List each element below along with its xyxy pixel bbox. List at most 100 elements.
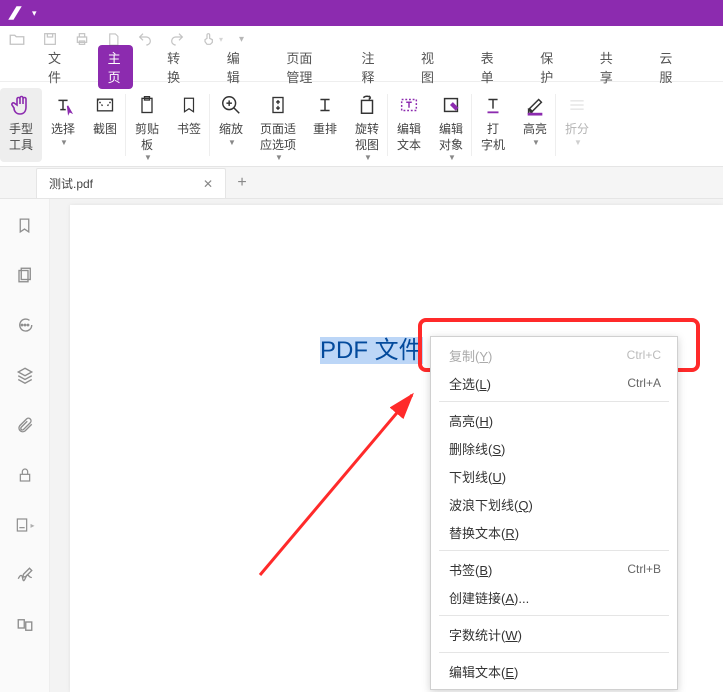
- ribbon-hand[interactable]: 手型 工具: [0, 88, 42, 162]
- document-tab[interactable]: 测试.pdf ✕: [36, 168, 226, 198]
- redo-icon[interactable]: [169, 31, 185, 47]
- ribbon-rotate[interactable]: 旋转 视图▼: [346, 88, 388, 162]
- dropdown-icon: ▼: [532, 138, 540, 147]
- ribbon-tab-bar: 文件主页转换编辑页面管理注释视图表单保护共享云服: [0, 52, 723, 82]
- title-bar: ▾: [0, 0, 723, 26]
- menu-tab-7[interactable]: 表单: [471, 45, 507, 89]
- dropdown-icon: ▼: [144, 153, 152, 162]
- bookmarks-panel-icon[interactable]: [13, 213, 37, 237]
- context-menu-item[interactable]: 替换文本(R): [431, 518, 677, 546]
- ribbon-edit-object[interactable]: 编辑 对象▼: [430, 88, 472, 162]
- context-menu-label: 编辑文本(E): [449, 662, 518, 681]
- ribbon-label: 高亮: [523, 122, 547, 138]
- ribbon-label: 打 字机: [481, 122, 505, 153]
- context-menu-item[interactable]: 创建链接(A)...: [431, 583, 677, 611]
- menu-tab-5[interactable]: 注释: [351, 45, 387, 89]
- dropdown-icon: ▼: [60, 138, 68, 147]
- close-tab-icon[interactable]: ✕: [203, 177, 213, 191]
- selected-text[interactable]: PDF 文件: [320, 330, 423, 365]
- ribbon-fitpage[interactable]: 页面适 应选项▼: [252, 88, 304, 162]
- edit-object-icon: [438, 92, 464, 118]
- comments-panel-icon[interactable]: [13, 313, 37, 337]
- context-menu-label: 书签(B): [449, 560, 492, 579]
- ribbon-label: 缩放: [219, 122, 243, 138]
- context-menu-shortcut: Ctrl+C: [627, 348, 661, 362]
- form-panel-icon[interactable]: ▸: [13, 513, 37, 537]
- context-menu-label: 删除线(S): [449, 439, 505, 458]
- ribbon-highlight[interactable]: 高亮▼: [514, 88, 556, 162]
- context-menu-item[interactable]: 下划线(U): [431, 462, 677, 490]
- menu-tab-9[interactable]: 共享: [590, 45, 626, 89]
- context-menu-item[interactable]: 书签(B)Ctrl+B: [431, 555, 677, 583]
- ribbon-edit-text[interactable]: 编辑 文本: [388, 88, 430, 162]
- ribbon-typewriter[interactable]: 打 字机: [472, 88, 514, 162]
- context-menu-item[interactable]: 全选(L)Ctrl+A: [431, 369, 677, 397]
- context-menu-separator: [439, 615, 669, 616]
- context-menu-label: 复制(Y): [449, 346, 492, 365]
- menu-tab-10[interactable]: 云服: [649, 45, 685, 89]
- menu-tab-4[interactable]: 页面管理: [276, 45, 327, 89]
- context-menu-separator: [439, 401, 669, 402]
- dropdown-icon: ▼: [448, 153, 456, 162]
- ribbon-label: 截图: [93, 122, 117, 138]
- context-menu-item[interactable]: 波浪下划线(Q): [431, 490, 677, 518]
- edit-text-icon: [396, 92, 422, 118]
- context-menu-label: 替换文本(R): [449, 523, 519, 542]
- context-menu-label: 字数统计(W): [449, 625, 522, 644]
- rotate-icon: [354, 92, 380, 118]
- ribbon-screenshot[interactable]: 截图: [84, 88, 126, 162]
- context-menu-item[interactable]: 字数统计(W): [431, 620, 677, 648]
- reflow-icon: [312, 92, 338, 118]
- context-menu-label: 波浪下划线(Q): [449, 495, 533, 514]
- hand-icon: [8, 92, 34, 118]
- context-menu-item[interactable]: 高亮(H): [431, 406, 677, 434]
- save-icon[interactable]: [42, 31, 58, 47]
- context-menu-separator: [439, 652, 669, 653]
- ribbon-label: 旋转 视图: [355, 122, 379, 153]
- ribbon-text-select[interactable]: 选择▼: [42, 88, 84, 162]
- menu-tab-0[interactable]: 文件: [38, 45, 74, 89]
- compare-panel-icon[interactable]: [13, 613, 37, 637]
- ribbon-reflow[interactable]: 重排: [304, 88, 346, 162]
- context-menu-item[interactable]: 编辑文本(E): [431, 657, 677, 685]
- security-panel-icon[interactable]: [13, 463, 37, 487]
- context-menu-item: 复制(Y) Ctrl+C: [431, 341, 677, 369]
- clipboard-icon: [134, 92, 160, 118]
- attachments-panel-icon[interactable]: [13, 413, 37, 437]
- highlight-icon: [522, 92, 548, 118]
- print-icon[interactable]: [74, 31, 90, 47]
- context-menu-shortcut: Ctrl+A: [627, 376, 661, 390]
- ribbon-zoom[interactable]: 缩放▼: [210, 88, 252, 162]
- layers-panel-icon[interactable]: [13, 363, 37, 387]
- open-icon[interactable]: [8, 30, 26, 48]
- context-menu-label: 高亮(H): [449, 411, 493, 430]
- dropdown-icon: ▼: [228, 138, 236, 147]
- pages-panel-icon[interactable]: [13, 263, 37, 287]
- context-menu: 复制(Y) Ctrl+C 全选(L)Ctrl+A 高亮(H) 删除线(S) 下划线(U) 波…: [430, 336, 678, 690]
- screenshot-icon: [92, 92, 118, 118]
- ribbon-label: 手型 工具: [9, 122, 33, 153]
- bookmark-icon: [176, 92, 202, 118]
- signatures-panel-icon[interactable]: [13, 563, 37, 587]
- menu-tab-6[interactable]: 视图: [411, 45, 447, 89]
- text-select-icon: [50, 92, 76, 118]
- qat-customize-icon[interactable]: ▾: [239, 34, 244, 45]
- context-menu-item[interactable]: 删除线(S): [431, 434, 677, 462]
- add-tab-button[interactable]: +: [226, 168, 258, 198]
- new-doc-icon[interactable]: [106, 31, 121, 48]
- undo-icon[interactable]: [137, 31, 153, 47]
- ribbon-bookmark[interactable]: 书签: [168, 88, 210, 162]
- title-chevron-icon[interactable]: ▾: [32, 8, 37, 19]
- ribbon-label: 编辑 文本: [397, 122, 421, 153]
- ribbon-clipboard[interactable]: 剪贴 板▼: [126, 88, 168, 162]
- fitpage-icon: [265, 92, 291, 118]
- touch-icon[interactable]: ▾: [201, 30, 223, 48]
- menu-tab-3[interactable]: 编辑: [217, 45, 253, 89]
- menu-tab-8[interactable]: 保护: [530, 45, 566, 89]
- dropdown-icon: ▼: [364, 153, 372, 162]
- dropdown-icon: ▼: [574, 138, 582, 147]
- document-tabstrip: 测试.pdf ✕ +: [0, 167, 723, 199]
- ribbon-label: 剪贴 板: [135, 122, 159, 153]
- menu-tab-1[interactable]: 主页: [98, 45, 134, 89]
- menu-tab-2[interactable]: 转换: [157, 45, 193, 89]
